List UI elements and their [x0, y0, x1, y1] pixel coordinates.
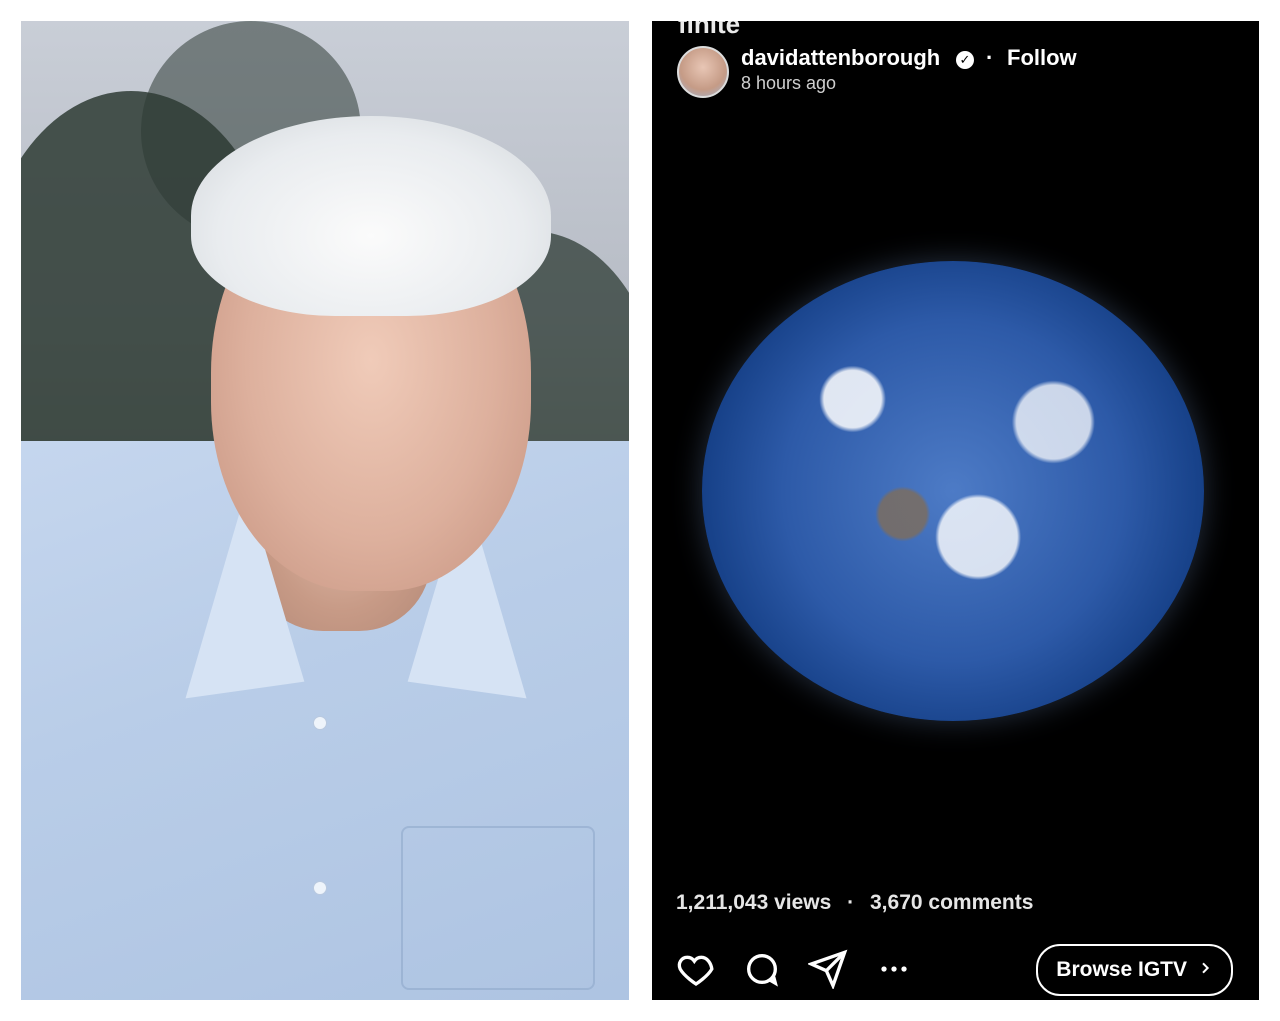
send-icon[interactable]: [808, 949, 848, 989]
follow-button[interactable]: Follow: [1007, 45, 1077, 71]
action-bar: [676, 949, 914, 989]
browse-igtv-button[interactable]: Browse IGTV: [1036, 944, 1233, 996]
shirt-button: [313, 881, 327, 895]
separator-dot: ·: [986, 45, 994, 70]
chevron-right-icon: [1197, 958, 1213, 982]
more-dots-icon[interactable]: [874, 949, 914, 989]
comment-bubble-icon[interactable]: [742, 949, 782, 989]
verified-badge-icon: ✓: [956, 51, 974, 69]
stats-separator: ·: [847, 891, 855, 914]
igtv-post-panel: finite davidattenborough ✓ · Follow 8 ho…: [652, 21, 1259, 1000]
earth-image: [702, 261, 1204, 721]
heart-icon[interactable]: [676, 949, 716, 989]
post-time: 8 hours ago: [741, 73, 837, 93]
comments-count[interactable]: 3,670 comments: [870, 891, 1033, 914]
shirt-pocket: [401, 826, 595, 990]
post-stats: 1,211,043 views · 3,670 comments: [676, 891, 1033, 915]
shirt-button: [313, 716, 327, 730]
cut-caption-text: finite: [678, 21, 741, 39]
portrait-photo: [21, 21, 629, 1000]
browse-igtv-label: Browse IGTV: [1056, 958, 1187, 981]
username[interactable]: davidattenborough: [741, 45, 940, 71]
views-count: 1,211,043 views: [676, 891, 832, 914]
hair: [191, 116, 551, 316]
avatar[interactable]: [677, 46, 729, 98]
